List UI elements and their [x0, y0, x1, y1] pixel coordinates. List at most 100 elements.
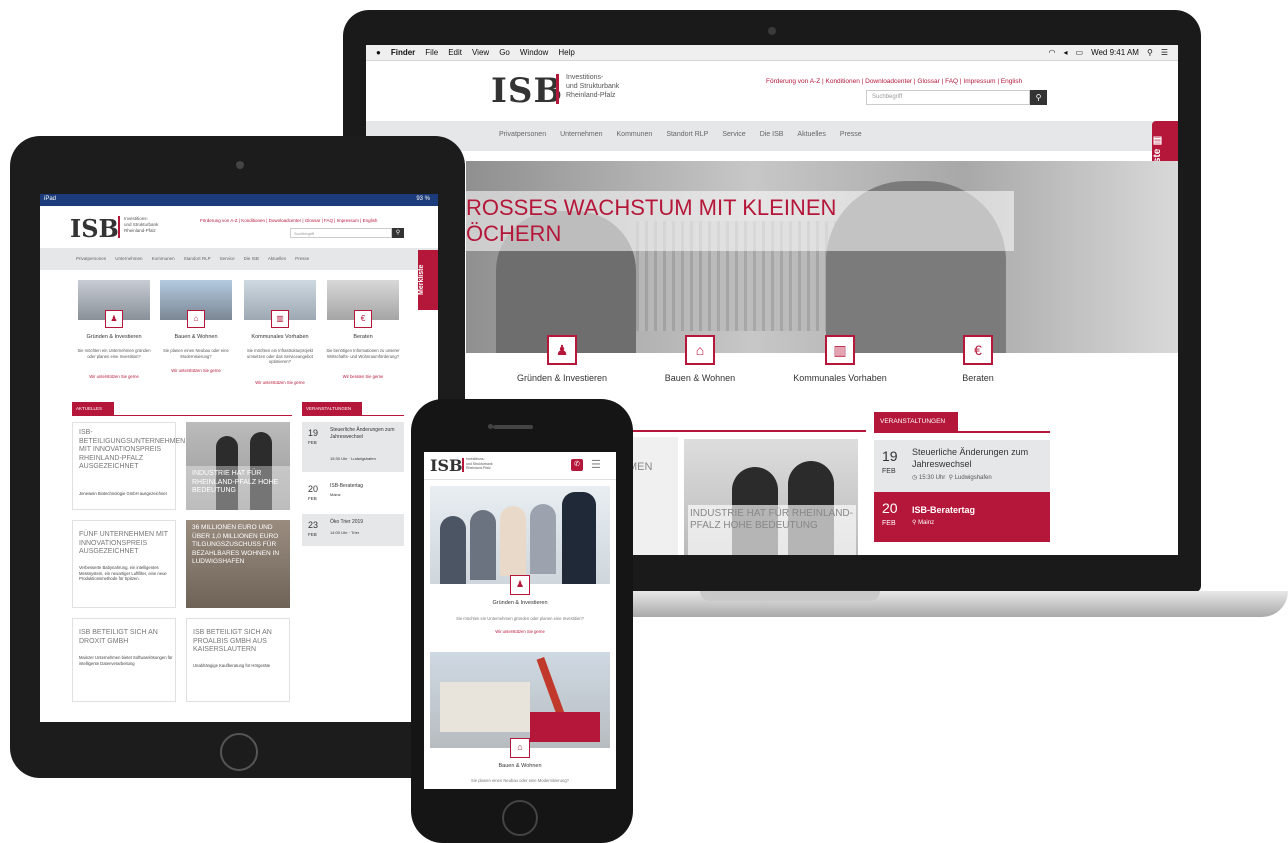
news-divider: [72, 415, 292, 416]
advice-icon[interactable]: €: [963, 335, 993, 365]
news-card-title[interactable]: INDUSTRIE HAT FÜR RHEINLAND-PFALZ HOHE B…: [690, 508, 855, 532]
news-card[interactable]: ISB BETEILIGT SICH AN DROXIT GMBH Mainze…: [72, 618, 176, 702]
search-button[interactable]: ⚲: [392, 228, 404, 238]
menu-edit[interactable]: Edit: [448, 48, 462, 57]
category-bauen[interactable]: Bauen & Wohnen: [156, 334, 236, 340]
list-icon[interactable]: ☰: [1161, 48, 1168, 57]
category-image[interactable]: [430, 486, 610, 584]
category-image[interactable]: [430, 652, 610, 748]
category-gruenden[interactable]: Gründen & Investieren: [74, 334, 154, 340]
nav-presse[interactable]: Presse: [840, 131, 862, 138]
site-header: ISB Investitions-und Strukturbank Rheinla…: [366, 61, 1178, 121]
event-item[interactable]: 19 FEB Steuerliche Änderungen zum Jahres…: [302, 422, 404, 472]
isb-logo[interactable]: ISB: [70, 214, 119, 243]
wifi-icon[interactable]: ◠: [1049, 48, 1056, 57]
category-kommunal[interactable]: Kommunales Vorhaben: [240, 334, 320, 340]
top-links[interactable]: Förderung von A-Z | Konditionen | Downlo…: [200, 218, 377, 223]
category-desc: Sie planen einen Neubau oder eine Modern…: [163, 348, 229, 359]
municipal-icon[interactable]: ▥: [825, 335, 855, 365]
search-input[interactable]: Suchbegriff: [290, 228, 392, 238]
category-kommunal[interactable]: Kommunales Vorhaben: [775, 373, 905, 383]
advice-icon[interactable]: €: [354, 310, 372, 328]
category-link[interactable]: Wir unterstützen Sie gerne: [424, 629, 616, 634]
house-icon[interactable]: ⌂: [187, 310, 205, 328]
isb-logo[interactable]: ISB: [430, 456, 463, 475]
category-link[interactable]: Wir unterstützen Sie gerne: [74, 374, 154, 380]
nav-service[interactable]: Service: [722, 131, 745, 138]
news-card[interactable]: 36 MILLIONEN EURO UND ÜBER 1,0 MILLIONEN…: [186, 520, 290, 608]
isb-logo[interactable]: ISB: [491, 71, 563, 111]
search-button[interactable]: ⚲: [1030, 90, 1047, 105]
category-beraten[interactable]: Beraten: [913, 373, 1043, 383]
news-card[interactable]: ISB-BETEILIGUNGSUNTERNEHMEN MIT INNOVATI…: [72, 422, 185, 510]
news-card[interactable]: ISB BETEILIGT SICH AN PROALBIS GMBH AUS …: [186, 618, 290, 702]
municipal-icon[interactable]: ▥: [271, 310, 289, 328]
event-item[interactable]: 23 FEB Öko Trier 2019 14:00 Uhr · Trier: [302, 514, 404, 546]
main-nav: Privatpersonen Unternehmen Kommunen Stan…: [40, 248, 438, 270]
bank-name: Investitions-und Strukturbank Rheinland-P…: [566, 74, 620, 99]
volume-icon[interactable]: ◂: [1064, 48, 1068, 57]
category-gruenden[interactable]: Gründen & Investieren: [497, 373, 627, 383]
spotlight-icon[interactable]: ⚲: [1147, 48, 1153, 57]
category-desc: Sie benötigen Informationen zu unserer W…: [326, 348, 400, 359]
menu-window[interactable]: Window: [520, 48, 548, 57]
people-icon[interactable]: ♟: [510, 575, 530, 595]
events-divider: [874, 431, 1050, 433]
category-link[interactable]: Wir unterstützen Sie gerne: [156, 368, 236, 374]
nav-privatpersonen[interactable]: Privatpersonen: [76, 256, 106, 261]
nav-standort[interactable]: Standort RLP: [184, 256, 211, 261]
nav-die-isb[interactable]: Die ISB: [244, 256, 259, 261]
menubar-clock[interactable]: Wed 9:41 AM: [1091, 48, 1139, 57]
apple-icon[interactable]: ●: [376, 48, 381, 57]
laptop-camera: [768, 27, 776, 35]
mac-menubar: ● Finder File Edit View Go Window Help ◠…: [366, 45, 1178, 61]
menu-finder[interactable]: Finder: [391, 48, 415, 57]
category-bauen[interactable]: Bauen & Wohnen: [635, 373, 765, 383]
top-links[interactable]: Förderung von A-Z | Konditionen | Downlo…: [766, 78, 1022, 85]
hamburger-menu-icon[interactable]: ☰: [591, 458, 601, 471]
nav-kommunen[interactable]: Kommunen: [152, 256, 175, 261]
tablet-screen: iPad 93 % ISB Investitions-und Strukturb…: [40, 194, 438, 722]
clock-icon: ◷: [912, 475, 918, 481]
tablet-home-button[interactable]: [220, 733, 258, 771]
nav-privatpersonen[interactable]: Privatpersonen: [499, 131, 546, 138]
event-item[interactable]: 20 FEB ISB-Beratertag Mainz: [302, 478, 404, 508]
news-card[interactable]: FÜNF UNTERNEHMEN MIT INNOVATIONSPREIS AU…: [72, 520, 176, 608]
events-heading: VERANSTALTUNGEN: [874, 412, 958, 432]
menu-go[interactable]: Go: [499, 48, 510, 57]
tablet-camera: [236, 161, 244, 169]
search-input[interactable]: Suchbegriff: [866, 90, 1030, 105]
category-bauen[interactable]: Bauen & Wohnen: [424, 763, 616, 769]
event-item-active[interactable]: 20 FEB ISB-Beratertag ⚲ Mainz: [874, 492, 1050, 542]
phone-icon[interactable]: ✆: [571, 459, 583, 471]
nav-aktuelles[interactable]: Aktuelles: [268, 256, 286, 261]
category-link[interactable]: Wir unterstützen Sie gerne: [240, 380, 320, 386]
people-icon[interactable]: ♟: [105, 310, 123, 328]
menu-file[interactable]: File: [425, 48, 438, 57]
news-card[interactable]: INDUSTRIE HAT FÜR RHEINLAND-PFALZ HOHE B…: [186, 422, 290, 510]
nav-service[interactable]: Service: [220, 256, 235, 261]
pin-icon: ⚲: [912, 520, 917, 526]
phone-home-button[interactable]: [502, 800, 538, 836]
nav-standort[interactable]: Standort RLP: [666, 131, 708, 138]
logo-divider: [118, 216, 120, 238]
nav-presse[interactable]: Presse: [295, 256, 309, 261]
nav-kommunen[interactable]: Kommunen: [617, 131, 653, 138]
house-icon[interactable]: ⌂: [685, 335, 715, 365]
category-link[interactable]: Wir beraten Sie gerne: [323, 374, 403, 380]
menu-view[interactable]: View: [472, 48, 489, 57]
menu-help[interactable]: Help: [558, 48, 574, 57]
nav-die-isb[interactable]: Die ISB: [760, 131, 784, 138]
nav-aktuelles[interactable]: Aktuelles: [797, 131, 825, 138]
people-icon[interactable]: ♟: [547, 335, 577, 365]
battery-icon[interactable]: ▭: [1076, 48, 1084, 57]
nav-unternehmen[interactable]: Unternehmen: [560, 131, 602, 138]
event-item[interactable]: 19 FEB Steuerliche Änderungen zum Jahres…: [874, 440, 1050, 492]
category-desc: Sie möchten ein Infrastrukturprojekt ums…: [246, 348, 314, 364]
category-beraten[interactable]: Beraten: [323, 334, 403, 340]
category-gruenden[interactable]: Gründen & Investieren: [424, 600, 616, 606]
nav-unternehmen[interactable]: Unternehmen: [115, 256, 142, 261]
house-icon[interactable]: ⌂: [510, 738, 530, 758]
merkliste-tab[interactable]: Merkliste: [418, 250, 438, 310]
hero-title: ROSSES WACHSTUM MIT KLEINEN ÖCHERN: [466, 195, 837, 246]
